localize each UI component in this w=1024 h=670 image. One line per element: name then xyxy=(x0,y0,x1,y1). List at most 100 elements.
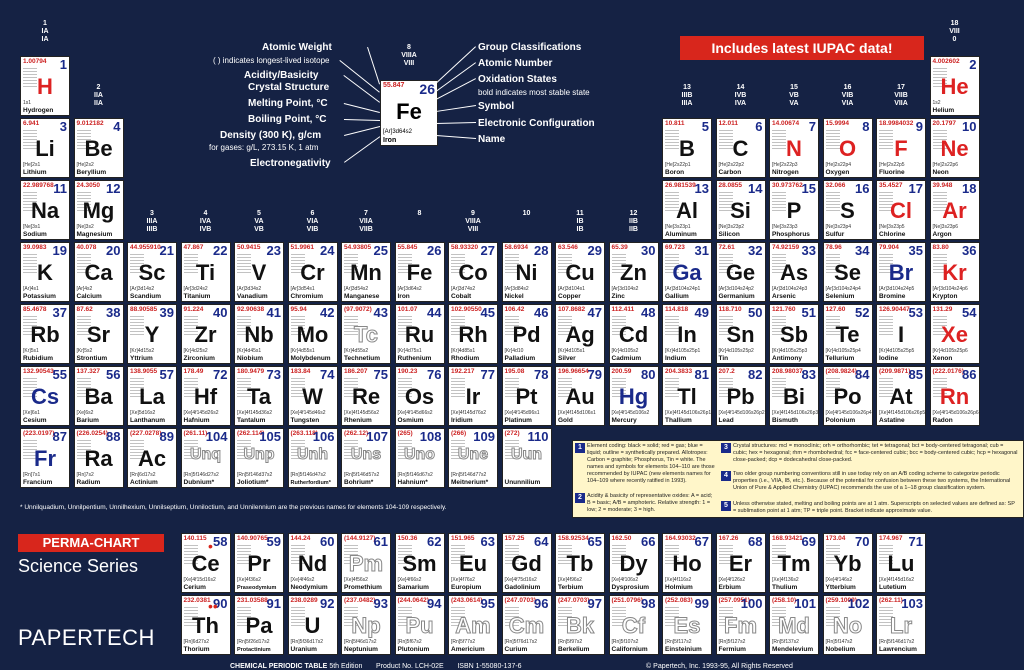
element-symbol: Cf xyxy=(621,613,646,639)
element-name: Zirconium xyxy=(183,355,215,362)
element-weight: 138.9055 xyxy=(130,368,158,375)
element-number: 33 xyxy=(801,243,816,258)
legend-sample-config: [Ar]3d64s2 xyxy=(383,129,413,135)
element-weight: 164.93032 xyxy=(665,535,696,542)
element-weight: 208.98037 xyxy=(772,368,803,375)
element-name: Gold xyxy=(558,417,573,424)
element-symbol: Xe xyxy=(941,322,968,347)
element-symbol: Ba xyxy=(84,384,113,409)
element-symbol: Bi xyxy=(783,384,805,409)
element-config: [He]2s1 xyxy=(23,162,41,168)
element-symbol: Nd xyxy=(297,551,328,576)
element-number: 83 xyxy=(801,367,816,382)
element-ge: 72.61 32 Ge [Ar]3d104s24p2 Germanium xyxy=(715,242,766,302)
element-cs: 132.90543 55 Cs [Xe]6s1 Cesium xyxy=(20,366,70,426)
element-number: 102 xyxy=(847,596,870,611)
element-number: 30 xyxy=(641,243,656,258)
element-weight: 32.066 xyxy=(825,182,846,189)
element-ga: 69.723 31 Ga [Ar]3d104s24p1 Gallium xyxy=(662,242,712,302)
element-name: Rhenium xyxy=(344,417,372,424)
element-number: 109 xyxy=(473,429,495,444)
element-weight: 121.760 xyxy=(772,306,796,313)
element-number: 99 xyxy=(694,596,709,611)
element-config: [Ar]3d104s24p1 xyxy=(665,286,701,292)
element-name: Molybdenum xyxy=(290,355,331,362)
element-weight: 58.6934 xyxy=(504,244,529,251)
element-weight: (208.9824) xyxy=(825,368,857,375)
element-symbol: Yb xyxy=(833,551,862,576)
element-config: [Rn]7s2 xyxy=(76,472,94,478)
element-symbol: Cu xyxy=(565,260,595,285)
group-label-4: 4 IVA IVB xyxy=(199,210,212,233)
element-number: 55 xyxy=(52,367,67,382)
element-weight: 126.90447 xyxy=(879,306,910,313)
element-yb: 173.04 70 Yb [Xe]4f146s2 Ytterbium xyxy=(822,533,873,593)
element-re: 186.207 75 Re [Xe]4f145d56s2 Rhenium xyxy=(341,366,391,426)
element-number: 15 xyxy=(801,181,816,196)
element-symbol: Mg xyxy=(82,198,115,223)
element-rh: 102.90550 45 Rh [Kr]4d85s1 Rhodium xyxy=(448,304,498,364)
element-v: 50.9415 23 V [Ar]3d34s2 Vanadium xyxy=(234,242,284,302)
element-name: Francium xyxy=(23,479,53,486)
element-symbol: K xyxy=(37,260,53,285)
element-symbol: Fe xyxy=(406,260,433,285)
element-er: 167.26 68 Er [Xe]4f126s2 Erbium xyxy=(715,533,766,593)
group-label-11: 11 IB IB xyxy=(576,210,584,233)
legend-density-label: Density xyxy=(220,130,257,141)
element-symbol: Br xyxy=(888,260,914,285)
element-name: Platinum xyxy=(504,417,532,424)
element-weight: 40.078 xyxy=(76,244,97,251)
element-config: [Kr]4d85s1 xyxy=(451,348,476,354)
element-number: 80 xyxy=(641,367,656,382)
element-ac: (227.0278) 89 Ac [Rn]6d17s2 Actinium xyxy=(127,428,177,488)
group-label-17: 17 VIIB VIIA xyxy=(894,84,908,107)
element-symbol: Ra xyxy=(84,446,113,471)
element-symbol: Li xyxy=(35,136,55,161)
element-k: 39.0983 19 K [Ar]4s1 Potassium xyxy=(20,242,70,302)
element-number: 72 xyxy=(213,367,228,382)
element-name: Hydrogen xyxy=(23,107,54,114)
element-w: 183.84 74 W [Xe]4f145d46s2 Tungsten xyxy=(287,366,338,426)
element-number: 26 xyxy=(427,243,442,258)
element-number: 8 xyxy=(862,119,870,134)
red-dot-1: • xyxy=(208,538,213,554)
element-config: [Xe]4f145d106s26p6 xyxy=(932,410,979,416)
element-weight: 24.3050 xyxy=(76,182,101,189)
element-config: [Kr]5s1 xyxy=(23,348,39,354)
element-symbol: W xyxy=(302,384,323,409)
element-config: [Rn]5f127s2 xyxy=(718,639,746,645)
element-name: Astatine xyxy=(879,417,905,424)
legend-density-note: for gases: g/L, 273.15 K, 1 atm xyxy=(209,143,319,152)
element-symbol: Ta xyxy=(246,384,272,409)
element-config: [Kr]4d75s1 xyxy=(397,348,422,354)
element-symbol: B xyxy=(679,136,695,161)
element-config: [Ar]3d64s2 xyxy=(397,286,422,292)
element-weight: 14.00674 xyxy=(772,120,800,127)
element-uun: (272) 110 Uun Ununnilium xyxy=(501,428,552,488)
element-config: [Kr]4d105s1 xyxy=(558,348,585,354)
element-name: Ruthenium xyxy=(397,355,432,362)
element-name: Radium xyxy=(76,479,101,486)
element-symbol: Ga xyxy=(672,260,702,285)
element-config: [Xe]4f46s2 xyxy=(290,577,315,583)
element-symbol: Re xyxy=(351,384,381,409)
element-name: Krypton xyxy=(932,293,958,300)
element-na: 22.989768 11 Na [Ne]3s1 Sodium xyxy=(20,180,70,240)
element-weight: 91.224 xyxy=(183,306,204,313)
element-number: 67 xyxy=(694,534,709,549)
element-name: Strontium xyxy=(76,355,108,362)
element-config: [Ne]3s23p6 xyxy=(932,224,959,230)
element-name: Einsteinium xyxy=(665,646,702,653)
group-label-10: 10 xyxy=(522,210,531,217)
element-weight: 158.92534 xyxy=(558,535,589,542)
element-symbol: Pd xyxy=(512,322,541,347)
element-y: 88.90585 39 Y [Kr]4d15s2 Yttrium xyxy=(127,304,177,364)
element-name: Iodine xyxy=(879,355,899,362)
element-config: [Ar]4s2 xyxy=(76,286,93,292)
element-weight: 39.0983 xyxy=(23,244,47,251)
legend-oxidation-note: bold indicates most stable state xyxy=(478,88,590,97)
element-name: Yttrium xyxy=(130,355,153,362)
element-weight: (222.0176) xyxy=(932,368,964,375)
note-1: Element coding: black = solid; red = gas… xyxy=(587,443,715,484)
element-tl: 204.3833 81 Tl [Xe]4f145d106s26p1 Thallium xyxy=(662,366,712,426)
